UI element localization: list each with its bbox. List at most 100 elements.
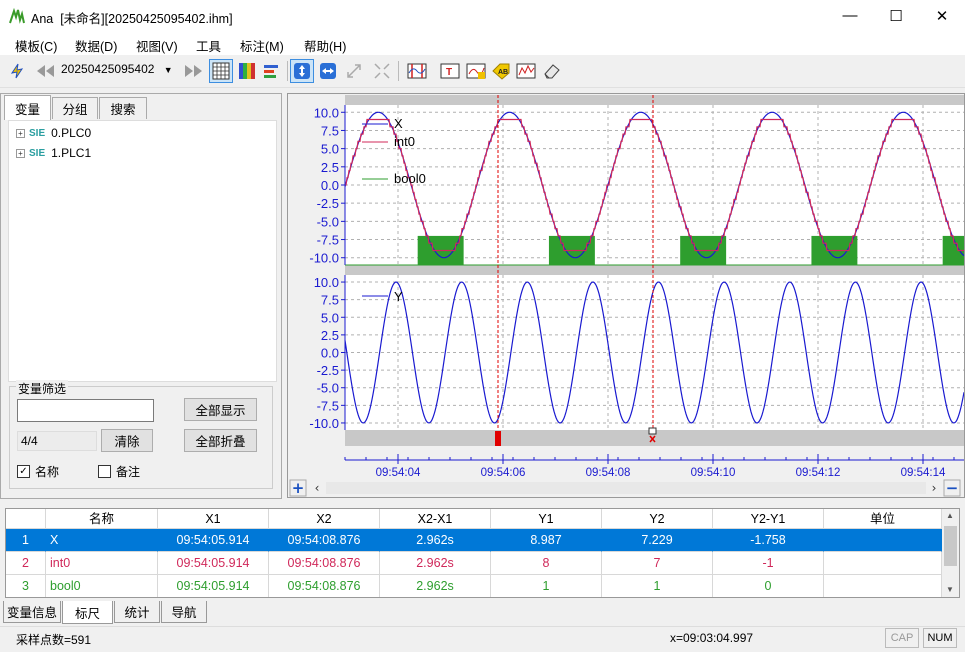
menu-data[interactable]: 数据(D) — [75, 36, 117, 55]
fit-vertical-icon — [294, 63, 310, 79]
table-row[interactable]: 2 int0 09:54:05.914 09:54:08.876 2.962s 8 7 -1 — [6, 552, 942, 575]
time-tick-label: 09:54:14 — [901, 467, 946, 479]
window-title: Ana [未命名][20250425095402.ihm] — [31, 8, 233, 27]
scroll-right-icon[interactable]: › — [932, 481, 937, 495]
align-icon — [264, 65, 278, 78]
name-cell: int0 — [46, 552, 158, 575]
tab-statistics[interactable]: 统计 — [114, 601, 160, 623]
close-button[interactable]: ✕ — [919, 0, 965, 31]
y2-cell: 1 — [602, 575, 713, 597]
file-select[interactable]: 20250425095402 ▼ — [61, 62, 173, 76]
dy-cell: -1.758 — [713, 529, 824, 552]
shrink-all-button[interactable] — [370, 59, 394, 83]
menu-help[interactable]: 帮助(H) — [304, 36, 346, 55]
dy-cell: 0 — [713, 575, 824, 597]
scroll-down-icon[interactable]: ▼ — [946, 585, 954, 594]
filter-input[interactable] — [17, 399, 154, 422]
y-tick-label: -10.0 — [309, 251, 339, 266]
rewind-icon — [37, 65, 54, 77]
expand-icon[interactable]: + — [16, 128, 25, 138]
eraser-icon — [544, 64, 560, 79]
column-header[interactable]: 名称 — [46, 509, 158, 529]
menu-bar: 模板(C) 数据(D) 视图(V) 工具 标注(M) 帮助(H) — [0, 31, 965, 55]
y-tick-label: 7.5 — [321, 123, 339, 138]
cursor-button[interactable] — [405, 59, 429, 83]
maximize-button[interactable]: ☐ — [873, 0, 919, 31]
color-icon — [239, 63, 255, 79]
minimize-icon: — — [842, 7, 858, 24]
menu-tools[interactable]: 工具 — [196, 36, 221, 55]
expand-icon[interactable]: + — [16, 148, 25, 158]
status-bar — [0, 626, 965, 652]
column-header[interactable]: X1 — [158, 509, 269, 529]
menu-annotate[interactable]: 标注(M) — [240, 36, 284, 55]
shrink-all-icon — [374, 63, 390, 79]
y-tick-label: -2.5 — [317, 196, 339, 211]
clear-button[interactable]: 清除 — [101, 429, 153, 452]
tab-groups[interactable]: 分组 — [52, 97, 98, 119]
legend-x: X — [394, 116, 403, 131]
column-header[interactable] — [6, 509, 46, 529]
ab-label-button[interactable]: AB — [489, 59, 513, 83]
shrink-button[interactable] — [342, 59, 366, 83]
statistics-button[interactable] — [514, 59, 538, 83]
column-header[interactable]: X2-X1 — [380, 509, 491, 529]
scroll-left-icon[interactable]: ‹ — [315, 481, 320, 495]
name-checkbox[interactable]: ✓ 名称 — [17, 463, 59, 480]
column-header[interactable]: Y1 — [491, 509, 602, 529]
collapse-all-button[interactable]: 全部折叠 — [184, 429, 257, 452]
trigger-button[interactable] — [7, 59, 31, 83]
dx-cell: 2.962s — [380, 529, 491, 552]
tab-variables[interactable]: 变量 — [4, 95, 51, 120]
x1-cell: 09:54:05.914 — [158, 529, 269, 552]
show-all-button[interactable]: 全部显示 — [184, 398, 257, 421]
y1-cell: 1 — [491, 575, 602, 597]
chart-canvas[interactable]: 10.0 7.5 5.0 2.5 0.0 -2.5 -5.0 -7.5 -10.0 10.0 7.… — [288, 94, 964, 497]
column-header[interactable]: Y2 — [602, 509, 713, 529]
tab-variable-info[interactable]: 变量信息 — [3, 601, 61, 623]
scroll-up-icon[interactable]: ▲ — [946, 511, 954, 520]
filter-count: 4/4 — [17, 431, 97, 451]
grid-button[interactable] — [209, 59, 233, 83]
cursor-table: 名称 X1 X2 X2-X1 Y1 Y2 Y2-Y1 单位 1 X 09:54:05.914 09:5… — [5, 508, 960, 598]
table-row[interactable]: 1 X 09:54:05.914 09:54:08.876 2.962s 8.987 7.2… — [6, 529, 942, 552]
scroll-thumb[interactable] — [944, 526, 957, 566]
minimize-button[interactable]: — — [827, 0, 873, 31]
edit-label-icon — [466, 63, 486, 79]
dx-cell: 2.962s — [380, 552, 491, 575]
menu-view[interactable]: 视图(V) — [136, 36, 178, 55]
svg-text:T: T — [446, 67, 452, 78]
eraser-button[interactable] — [540, 59, 564, 83]
tab-search[interactable]: 搜索 — [99, 97, 147, 119]
column-header[interactable]: Y2-Y1 — [713, 509, 824, 529]
tab-navigation[interactable]: 导航 — [161, 601, 207, 623]
menu-template[interactable]: 模板(C) — [15, 36, 57, 55]
tree-item-plc0[interactable]: + SIE 0.PLC0 — [16, 124, 91, 142]
y-tick-label: 2.5 — [321, 160, 339, 175]
tree-item-plc1[interactable]: + SIE 1.PLC1 — [16, 144, 91, 162]
table-vertical-scrollbar[interactable]: ▲ ▼ — [942, 509, 959, 597]
forward-button[interactable] — [182, 59, 206, 83]
cursor-1-handle[interactable] — [495, 431, 501, 446]
fit-vertical-button[interactable] — [290, 59, 314, 83]
column-header[interactable]: X2 — [269, 509, 380, 529]
color-button[interactable] — [235, 59, 259, 83]
cursor-2-handle[interactable] — [648, 427, 657, 435]
unit-cell — [824, 552, 942, 575]
statistics-icon — [516, 63, 536, 79]
table-row[interactable]: 3 bool0 09:54:05.914 09:54:08.876 2.962s 1 1 0 — [6, 575, 942, 597]
app-name: Ana — [31, 12, 54, 26]
row-index: 2 — [6, 552, 46, 575]
column-header[interactable]: 单位 — [824, 509, 942, 529]
text-label-button[interactable]: T — [438, 59, 462, 83]
middle-band — [345, 265, 964, 275]
edit-label-button[interactable] — [464, 59, 488, 83]
y1-cell: 8.987 — [491, 529, 602, 552]
rewind-button[interactable] — [33, 59, 57, 83]
chevron-down-icon: ▼ — [163, 65, 173, 75]
tab-ruler[interactable]: 标尺 — [62, 601, 113, 624]
align-button[interactable] — [259, 59, 283, 83]
note-checkbox[interactable]: 备注 — [98, 463, 140, 480]
fit-horizontal-button[interactable] — [316, 59, 340, 83]
horizontal-scrollbar-track[interactable] — [326, 482, 926, 494]
